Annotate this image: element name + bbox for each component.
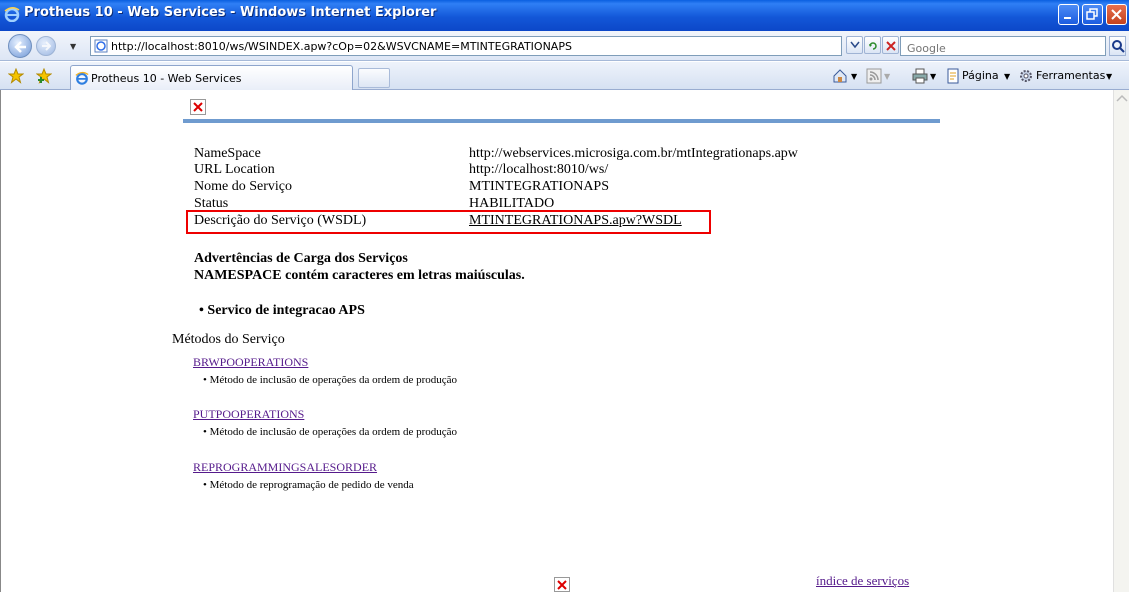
search-input[interactable] bbox=[905, 40, 1095, 57]
history-dropdown-icon[interactable]: ▼ bbox=[70, 42, 76, 51]
method-description: • Método de reprogramação de pedido de v… bbox=[203, 479, 414, 491]
home-icon[interactable] bbox=[832, 68, 848, 84]
feeds-dropdown-icon[interactable]: ▼ bbox=[884, 72, 890, 81]
window-title-bar: Protheus 10 - Web Services - Windows Int… bbox=[0, 0, 1129, 31]
tools-menu[interactable]: Ferramentas bbox=[1036, 69, 1105, 82]
broken-image-icon bbox=[190, 99, 206, 115]
chevron-down-icon bbox=[850, 41, 860, 49]
vertical-scrollbar[interactable] bbox=[1113, 90, 1129, 592]
url-location-value: http://localhost:8010/ws/ bbox=[469, 162, 609, 177]
search-icon bbox=[1112, 40, 1125, 53]
page-icon bbox=[94, 39, 108, 53]
search-button[interactable] bbox=[1109, 36, 1126, 56]
feeds-icon[interactable] bbox=[866, 68, 882, 84]
address-dropdown-button[interactable] bbox=[846, 36, 863, 54]
tools-dropdown-icon[interactable]: ▼ bbox=[1106, 72, 1112, 81]
restore-icon bbox=[1086, 8, 1098, 20]
page-dropdown-icon[interactable]: ▼ bbox=[1004, 72, 1010, 81]
stop-icon bbox=[886, 41, 896, 51]
favorites-star-icon[interactable] bbox=[8, 68, 24, 84]
warnings-message: NAMESPACE contém caracteres em letras ma… bbox=[194, 268, 525, 283]
tab-protheus[interactable]: Protheus 10 - Web Services bbox=[70, 65, 353, 90]
add-favorites-icon[interactable] bbox=[36, 68, 52, 84]
namespace-label: NameSpace bbox=[194, 146, 261, 161]
forward-button[interactable] bbox=[36, 36, 56, 56]
close-window-button[interactable] bbox=[1106, 4, 1127, 25]
gear-icon bbox=[1020, 70, 1032, 82]
method-description: • Método de inclusão de operações da ord… bbox=[203, 426, 458, 438]
service-description: • Servico de integracao APS bbox=[199, 303, 365, 318]
ie-icon bbox=[75, 71, 89, 85]
wsdl-highlight-box bbox=[186, 210, 711, 234]
home-dropdown-icon[interactable]: ▼ bbox=[851, 72, 857, 81]
back-button[interactable] bbox=[8, 34, 32, 58]
minimize-button[interactable] bbox=[1058, 4, 1079, 25]
methods-title: Métodos do Serviço bbox=[172, 332, 285, 347]
window-title: Protheus 10 - Web Services - Windows Int… bbox=[24, 5, 437, 20]
page-menu-icon bbox=[947, 68, 959, 84]
service-name-value: MTINTEGRATIONAPS bbox=[469, 179, 609, 194]
page-menu[interactable]: Página bbox=[962, 69, 999, 82]
tab-bar: Protheus 10 - Web Services ▼ ▼ ▼ Página … bbox=[0, 62, 1129, 90]
navigation-bar: ▼ http://localhost:8010/ws/WSINDEX.apw?c… bbox=[0, 31, 1129, 61]
namespace-value: http://webservices.microsiga.com.br/mtIn… bbox=[469, 146, 798, 161]
tab-label: Protheus 10 - Web Services bbox=[91, 72, 242, 85]
method-description: • Método de inclusão de operações da ord… bbox=[203, 374, 458, 386]
print-icon[interactable] bbox=[912, 68, 928, 84]
back-arrow-icon bbox=[14, 41, 26, 53]
refresh-icon bbox=[869, 42, 877, 50]
stop-button[interactable] bbox=[882, 36, 899, 54]
header-divider bbox=[183, 119, 940, 123]
service-name-label: Nome do Serviço bbox=[194, 179, 292, 194]
new-tab-button[interactable] bbox=[358, 68, 390, 88]
print-dropdown-icon[interactable]: ▼ bbox=[930, 72, 936, 81]
broken-image-icon bbox=[554, 577, 570, 592]
services-index-link[interactable]: índice de serviços bbox=[816, 573, 909, 589]
forward-arrow-icon bbox=[42, 41, 51, 51]
method-link-putpooperations[interactable]: PUTPOOPERATIONS bbox=[193, 407, 304, 422]
scroll-up-icon[interactable] bbox=[1116, 94, 1128, 102]
address-bar[interactable]: http://localhost:8010/ws/WSINDEX.apw?cOp… bbox=[90, 36, 842, 56]
ie-icon bbox=[4, 7, 20, 22]
close-icon bbox=[1111, 9, 1122, 20]
refresh-button[interactable] bbox=[864, 36, 881, 54]
address-url: http://localhost:8010/ws/WSINDEX.apw?cOp… bbox=[111, 40, 572, 53]
minimize-icon bbox=[1064, 17, 1071, 19]
method-link-brwpooperations[interactable]: BRWPOOPERATIONS bbox=[193, 355, 308, 370]
search-box[interactable] bbox=[900, 36, 1106, 57]
maximize-button[interactable] bbox=[1082, 4, 1103, 25]
url-location-label: URL Location bbox=[194, 162, 275, 177]
method-link-reprogrammingsalesorder[interactable]: REPROGRAMMINGSALESORDER bbox=[193, 460, 377, 475]
warnings-title: Advertências de Carga dos Serviços bbox=[194, 251, 408, 266]
